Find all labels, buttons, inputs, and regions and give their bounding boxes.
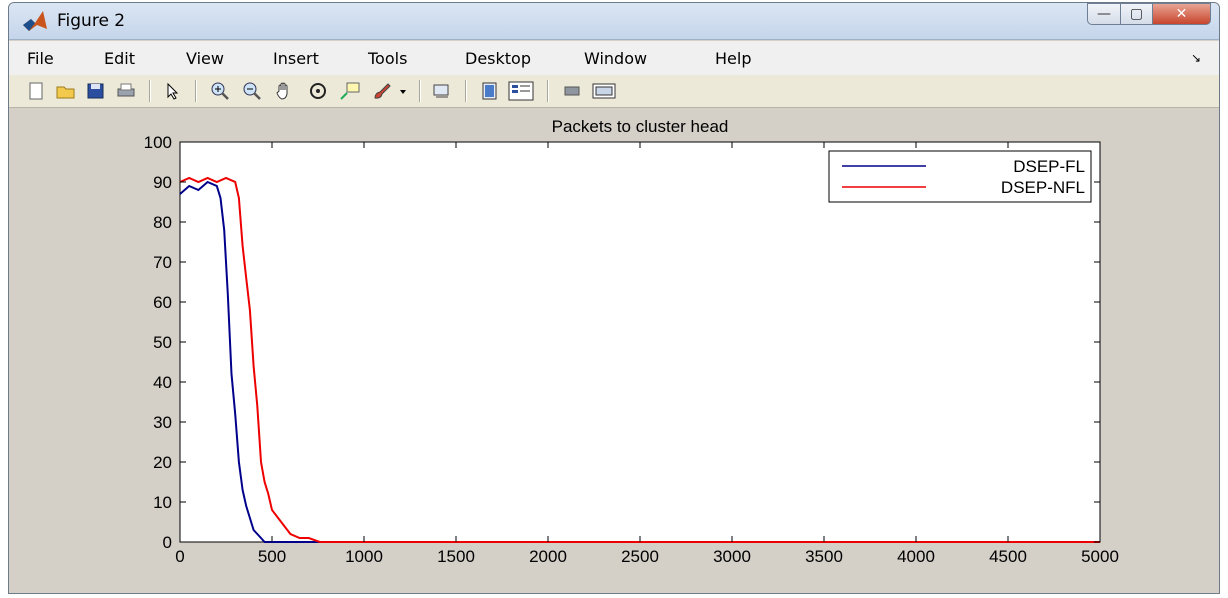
x-tick-label: 500	[258, 547, 286, 566]
y-tick-label: 100	[144, 133, 172, 152]
x-tick-label: 2500	[621, 547, 659, 566]
x-tick-label: 3000	[713, 547, 751, 566]
figure-canvas: 0 500 1000 1500 2000 2500 3000 3500 4000 4500 5000…	[144, 117, 1119, 566]
y-tick-label: 80	[153, 213, 172, 232]
y-tick-label: 90	[153, 173, 172, 192]
legend-label-fl: DSEP-FL	[1013, 157, 1085, 176]
x-tick-label: 0	[175, 547, 184, 566]
x-tick-label: 1500	[437, 547, 475, 566]
x-tick-label: 2000	[529, 547, 567, 566]
x-tick-label: 3500	[805, 547, 843, 566]
legend-label-nfl: DSEP-NFL	[1001, 178, 1085, 197]
x-tick-label: 4000	[897, 547, 935, 566]
x-tick-label: 4500	[989, 547, 1027, 566]
y-tick-label: 30	[153, 413, 172, 432]
x-tick-label: 1000	[345, 547, 383, 566]
y-tick-label: 50	[153, 333, 172, 352]
y-tick-label: 20	[153, 453, 172, 472]
y-tick-label: 70	[153, 253, 172, 272]
y-tick-label: 60	[153, 293, 172, 312]
x-tick-label: 5000	[1081, 547, 1119, 566]
y-tick-label: 40	[153, 373, 172, 392]
chart-title: Packets to cluster head	[552, 117, 729, 136]
y-tick-label: 10	[153, 493, 172, 512]
legend[interactable]: DSEP-FL DSEP-NFL	[828, 150, 1092, 203]
y-tick-label: 0	[163, 533, 172, 552]
